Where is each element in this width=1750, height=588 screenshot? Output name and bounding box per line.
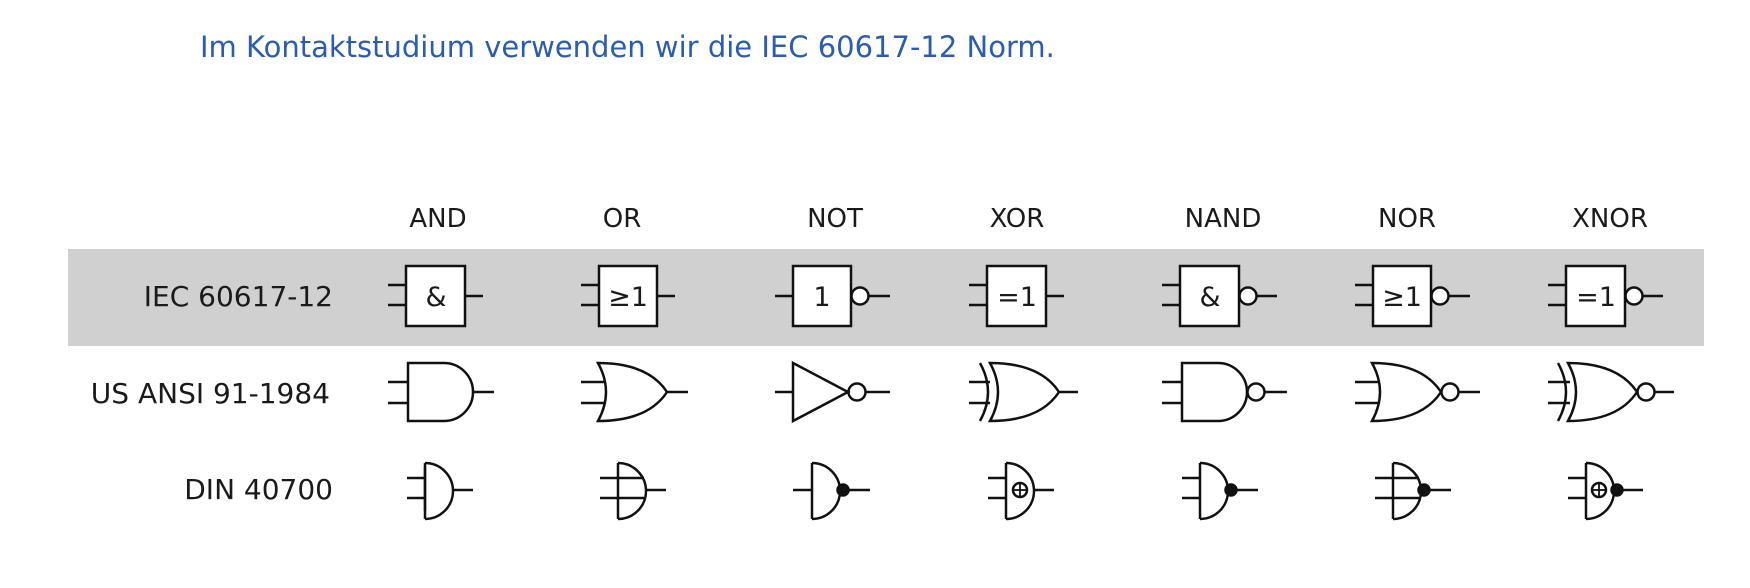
din-or-symbol	[600, 461, 666, 521]
column-header-nor: NOR	[1378, 204, 1436, 234]
column-header-nand: NAND	[1185, 204, 1262, 234]
iec-and-label: &	[425, 282, 446, 313]
din-not-symbol	[793, 461, 870, 521]
column-header-xnor: XNOR	[1572, 204, 1648, 234]
iec-or-label: ≥1	[608, 282, 648, 313]
ansi-not-symbol	[775, 360, 890, 424]
ansi-xor-symbol	[969, 361, 1078, 423]
ansi-or-symbol	[581, 361, 688, 423]
iec-xnor-label: =1	[1576, 282, 1616, 313]
row-label-din: DIN 40700	[184, 473, 333, 506]
din-xor-symbol	[988, 461, 1054, 521]
ansi-nand-symbol	[1162, 361, 1287, 423]
ansi-xnor-symbol	[1548, 361, 1674, 423]
din-and-symbol	[407, 461, 473, 521]
column-header-xor: XOR	[990, 204, 1045, 234]
iec-nor-label: ≥1	[1382, 282, 1422, 313]
din-nand-symbol	[1182, 461, 1258, 521]
row-label-iec: IEC 60617-12	[144, 280, 333, 313]
iec-xor-label: =1	[997, 282, 1037, 313]
iec-nand-label: &	[1199, 282, 1220, 313]
ansi-nor-symbol	[1355, 361, 1480, 423]
column-header-or: OR	[603, 204, 642, 234]
logic-gate-symbol-table: AND OR NOT XOR NAND NOR XNOR IEC 60617-1…	[68, 204, 1704, 521]
column-header-not: NOT	[807, 204, 863, 234]
din-xnor-symbol	[1568, 461, 1643, 521]
column-header-and: AND	[409, 204, 466, 234]
row-label-ansi: US ANSI 91-1984	[91, 377, 330, 410]
iec-not-label: 1	[813, 282, 830, 313]
ansi-and-symbol	[388, 361, 494, 423]
din-nor-symbol	[1375, 461, 1451, 521]
